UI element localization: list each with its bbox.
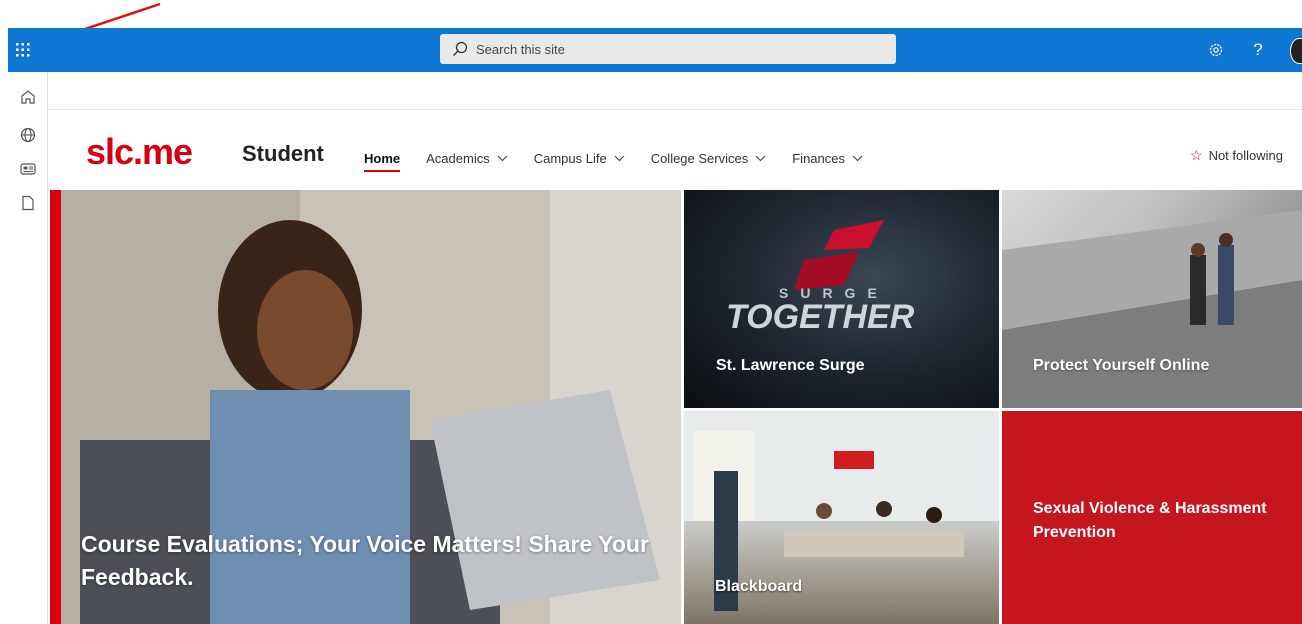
annotation-arrow [78, 2, 161, 30]
gear-icon [1209, 43, 1223, 57]
hero-tile-st-lawrence-surge[interactable]: SURGE TOGETHER St. Lawrence Surge [684, 190, 999, 408]
command-bar [49, 72, 1302, 110]
hero-tile-protect-yourself-online[interactable]: Protect Yourself Online [1002, 190, 1302, 408]
hub-nav: Home Academics Campus Life College Servi… [364, 147, 889, 172]
nav-item-label: Finances [792, 150, 845, 166]
hero-tile-title: Sexual Violence & Harassment Prevention [1033, 500, 1267, 541]
nav-item-finances[interactable]: Finances [792, 147, 863, 169]
chevron-down-icon [497, 155, 508, 162]
nav-item-label: Home [364, 150, 401, 166]
search-input[interactable] [476, 41, 876, 57]
home-icon [21, 90, 35, 104]
site-logo[interactable]: slc.me [86, 134, 193, 170]
app-launcher-button[interactable] [8, 28, 38, 72]
rail-item-files[interactable] [8, 186, 48, 220]
follow-button[interactable]: ☆ Not following [1190, 147, 1283, 164]
nav-item-academics[interactable]: Academics [426, 147, 508, 169]
chevron-down-icon [755, 155, 766, 162]
hero-tile-blackboard[interactable]: Blackboard [684, 411, 999, 624]
site-header: slc.me Student Home Academics Campus Lif… [49, 111, 1302, 189]
nav-item-campus-life[interactable]: Campus Life [534, 147, 625, 169]
svg-text:TOGETHER: TOGETHER [726, 298, 915, 336]
nav-item-home[interactable]: Home [364, 147, 401, 172]
nav-item-label: Academics [426, 150, 490, 166]
hero-tile-course-evaluations[interactable]: Course Evaluations; Your Voice Matters! … [50, 190, 681, 624]
hero-tile-title: Blackboard [715, 578, 803, 595]
question-icon: ? [1253, 40, 1263, 59]
hero-accent-bar [50, 190, 61, 624]
rail-item-news[interactable] [8, 152, 48, 186]
nav-item-college-services[interactable]: College Services [651, 147, 767, 169]
suite-bar: ? [8, 28, 1302, 72]
surge-together-logo: SURGE TOGETHER [726, 220, 915, 336]
file-icon [22, 195, 34, 211]
nav-item-label: College Services [650, 150, 749, 166]
search-icon [453, 41, 468, 56]
search-box[interactable] [440, 34, 896, 64]
rail-item-home[interactable] [8, 80, 48, 114]
globe-icon [20, 127, 36, 143]
chevron-down-icon [614, 155, 625, 162]
rail-item-sites[interactable] [8, 118, 48, 152]
star-icon: ☆ [1190, 147, 1203, 163]
waffle-icon [16, 43, 30, 57]
hero-tile-title: Protect Yourself Online [1033, 357, 1210, 374]
nav-item-label: Campus Life [533, 150, 607, 166]
chevron-down-icon [852, 155, 863, 162]
hero-image [1002, 210, 1302, 408]
hero-webpart: Course Evaluations; Your Voice Matters! … [49, 189, 1302, 624]
avatar[interactable] [1290, 38, 1302, 64]
site-title[interactable]: Student [242, 141, 324, 167]
news-icon [20, 163, 36, 175]
hero-tile-title: Course Evaluations; Your Voice Matters! … [81, 531, 649, 590]
hero-tile-sexual-violence-prevention[interactable]: Sexual Violence & Harassment Prevention [1002, 411, 1302, 624]
help-button[interactable]: ? [1244, 28, 1272, 72]
app-rail [8, 72, 48, 624]
follow-label: Not following [1208, 148, 1283, 163]
settings-button[interactable] [1202, 28, 1230, 72]
hero-tile-title: St. Lawrence Surge [716, 357, 865, 374]
